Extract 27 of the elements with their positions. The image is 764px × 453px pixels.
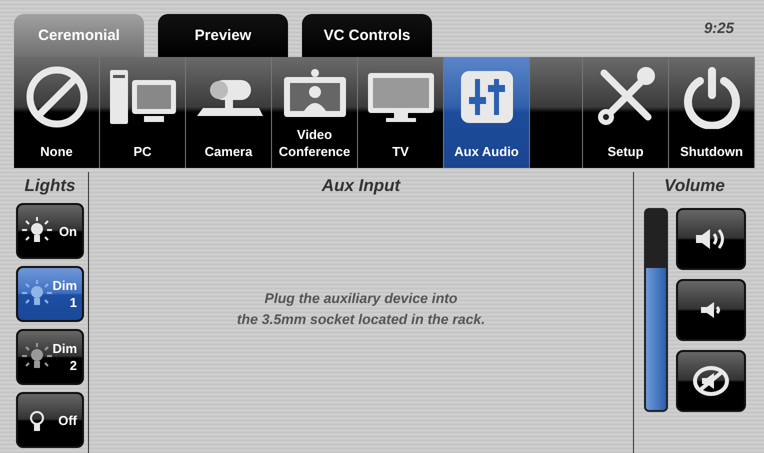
tab[interactable]: Ceremonial (14, 14, 144, 57)
volume-button[interactable] (676, 279, 746, 341)
volume-button[interactable] (676, 350, 746, 412)
lights-heading: Lights (24, 175, 76, 196)
source-button[interactable]: Camera (186, 57, 272, 168)
volume-heading: Volume (664, 175, 725, 196)
source-button[interactable]: PC (100, 57, 186, 168)
tab[interactable]: VC Controls (302, 14, 432, 57)
instruction-text: Plug the auxiliary device into the 3.5mm socket located in the rack. (236, 289, 486, 329)
prohibited-icon (24, 65, 88, 129)
source-button[interactable]: TV (358, 57, 444, 168)
light-button[interactable]: Dim 1 (16, 266, 84, 322)
sliders-icon (458, 69, 514, 125)
volume-button[interactable] (676, 208, 746, 270)
light-button[interactable]: On (16, 203, 84, 259)
volume-down-icon (698, 299, 722, 321)
source-button[interactable]: Aux Audio (444, 57, 530, 168)
source-button[interactable]: Video Conference (272, 57, 358, 168)
system-button[interactable]: Setup (583, 57, 669, 168)
tab[interactable]: Preview (158, 14, 288, 57)
light-button[interactable]: Off (16, 392, 84, 448)
light-button[interactable]: Dim 2 (16, 329, 84, 385)
panel-title: Aux Input (322, 175, 400, 196)
source-button[interactable]: None (14, 57, 100, 168)
system-button[interactable]: Shutdown (669, 57, 755, 168)
mute-icon (692, 365, 730, 397)
clock: 9:25 (704, 19, 736, 37)
